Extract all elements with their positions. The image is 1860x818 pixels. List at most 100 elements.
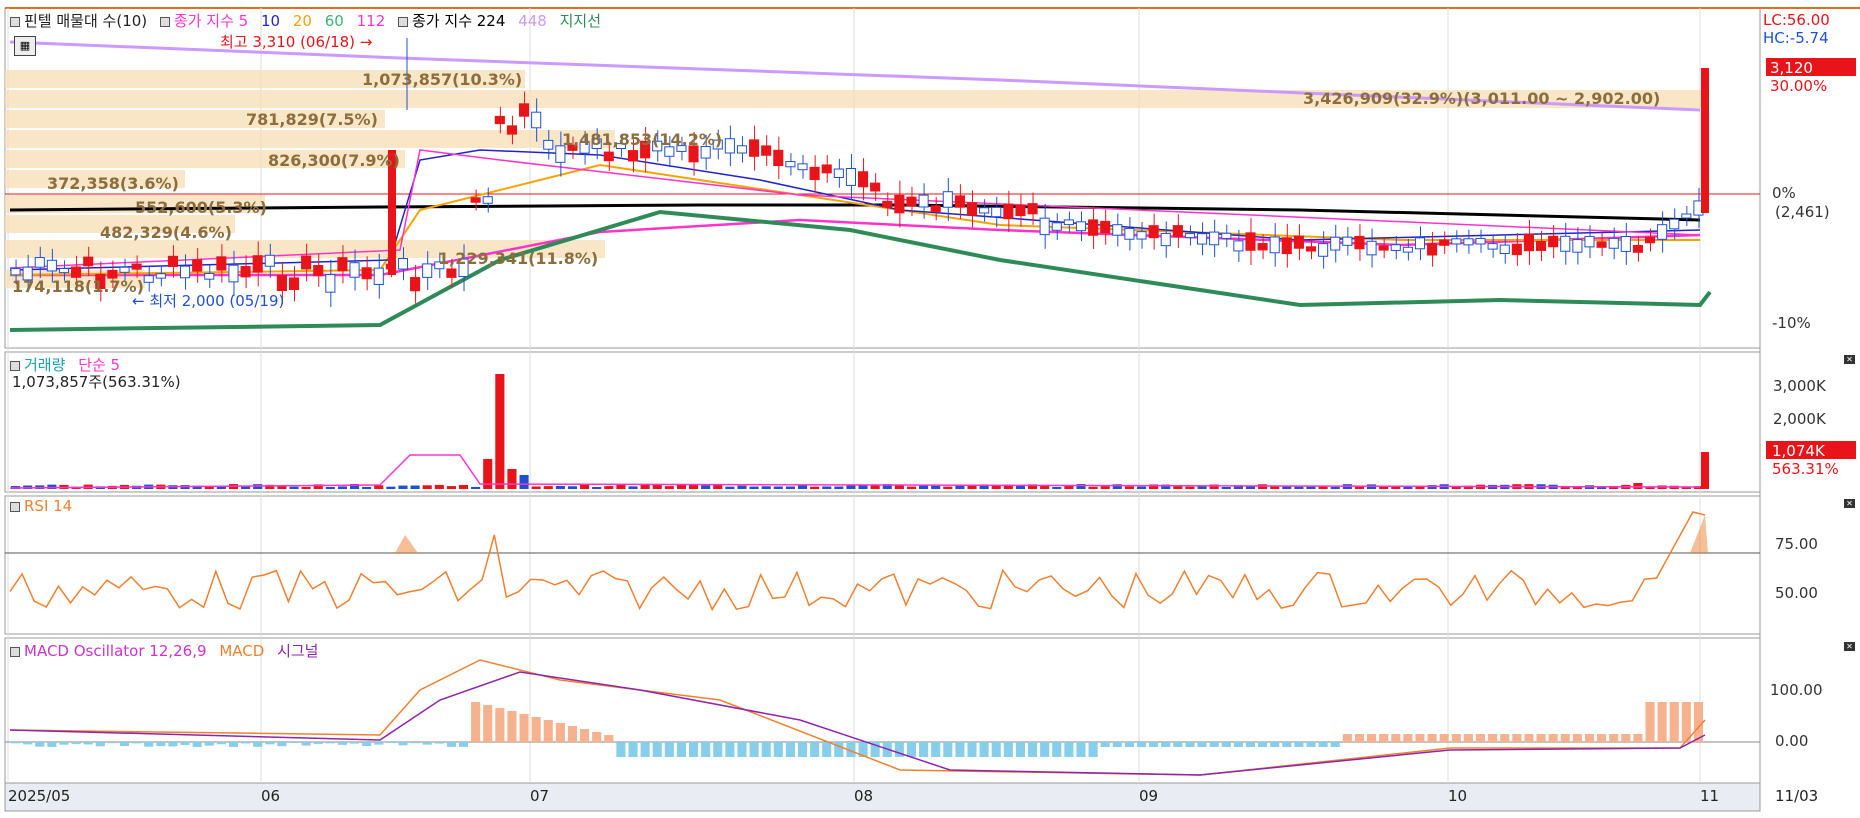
volume-bar [386,486,396,489]
vp-label-1: 781,829(7.5%) [246,110,378,129]
macd-osc-bar [1354,734,1364,742]
candle-body [494,115,505,125]
volume-bar [749,486,759,489]
legend-box-icon [10,501,20,512]
macd-osc-bar [1633,734,1643,742]
volume-ma-legend: 단순 5 [78,356,121,374]
rsi-legend: RSI 14 [10,497,80,515]
volume-bar [495,374,505,489]
candle-body [1330,236,1341,251]
volume-bar [1124,486,1134,489]
volume-bar [1088,486,1098,489]
macd-osc-bar [652,742,662,757]
candle-body [325,274,336,293]
volume-bar [1185,486,1195,489]
volume-legend: 거래량 단순 5 [10,354,128,375]
candle-body [1148,225,1159,239]
candle-body [131,263,142,270]
candle-body [1136,231,1147,240]
volume-legend-item[interactable]: 거래량 [10,356,65,374]
low-annotation: ← 최저 2,000 (05/19) [132,292,284,310]
volume-bar [592,486,602,489]
macd-osc-bar [967,742,977,757]
macd-osc-bar [1536,734,1546,742]
macd-osc-bar [822,742,832,757]
candle-body [833,168,844,179]
candle-body [1378,245,1389,251]
macd-osc-bar [1451,734,1461,742]
macd-osc-bar [265,742,275,745]
candle-body [724,138,735,154]
x-label-0: 2025/05 [8,787,70,805]
candle-body [422,263,433,278]
close-rsi-panel-icon[interactable]: ✕ [1844,499,1855,508]
macd-osc-bar [931,742,941,757]
rsi-legend-item[interactable]: RSI 14 [10,497,72,515]
candle-body [519,103,530,117]
candle-body [1088,219,1099,236]
macd-osc-bar [1258,742,1268,747]
vol-tick-1: 2,000K [1773,410,1827,428]
candle-body [301,255,312,270]
candle-body [531,111,542,129]
candle-body [288,277,300,291]
macd-osc-bar [567,726,578,742]
candle-body [1572,239,1583,253]
candle-body [821,164,832,174]
macd-osc-bar [1391,734,1401,742]
candle-body [845,168,857,186]
macd-osc-bar [640,742,650,757]
candle-body [1100,220,1111,234]
stock-chart-canvas[interactable]: 최고 3,310 (06/18) → ← 최저 2,000 (05/19) 1,… [0,0,1860,814]
grid-toggle-icon[interactable]: ▦ [14,36,36,56]
macd-osc-legend-item[interactable]: MACD Oscillator 12,26,9 [10,642,207,660]
close-macd-panel-icon[interactable]: ✕ [1844,642,1855,651]
ma-legend-item[interactable]: 종가 지수 5 [159,12,248,30]
volume-bar [931,485,941,489]
candle-body [1075,221,1087,232]
macd-osc-bar [386,742,396,744]
candle-body [1475,237,1486,245]
volume-bar [1701,452,1709,489]
macd-tick-1: 0.00 [1775,732,1808,750]
minus10-label: -10% [1772,314,1811,332]
ma224-legend-item[interactable]: 종가 지수 224 [398,12,505,30]
candle-body [180,265,191,279]
volume-bar [337,486,347,489]
candle-body [410,277,421,292]
macd-osc-bar [1560,734,1570,742]
macd-osc-bar [483,705,493,742]
candle-body [1305,246,1317,252]
macd-osc-bar [1657,702,1667,742]
volume-bar [725,486,735,489]
macd-osc-bar [1003,742,1013,757]
macd-osc-bar [664,742,674,757]
macd-osc-bar [180,742,190,745]
x-label-6: 11 [1700,787,1719,805]
zero-value-label: (2,461) [1775,203,1830,221]
vp-label-0: 1,073,857(10.3%) [362,70,522,89]
volume-bar [689,484,699,489]
macd-osc-bar [1233,742,1243,747]
candle-body [1015,204,1026,217]
macd-osc-bar [325,742,335,744]
candle-body [930,205,941,213]
macd-osc-bar [580,729,590,742]
macd-tick-0: 100.00 [1770,681,1823,699]
volume-bar [410,485,420,489]
candle-body [252,255,263,273]
vp-label-5: 552,600(5.3%) [135,198,267,217]
macd-osc-bar [47,742,57,747]
candle-body [1596,241,1607,248]
macd-osc-bar [1185,742,1195,747]
macd-osc-bar [1282,742,1292,747]
ma448-legend: 448 [518,12,547,30]
volume-bar [555,485,565,489]
vp-legend-item[interactable]: 핀텔 매물대 수(10) [10,12,147,30]
candle-body [1209,231,1220,246]
close-volume-panel-icon[interactable]: ✕ [1844,355,1855,364]
candle-body [167,255,178,267]
macd-osc-bar [277,742,287,747]
macd-osc-bar [1403,734,1413,742]
volume-bar [640,484,650,489]
